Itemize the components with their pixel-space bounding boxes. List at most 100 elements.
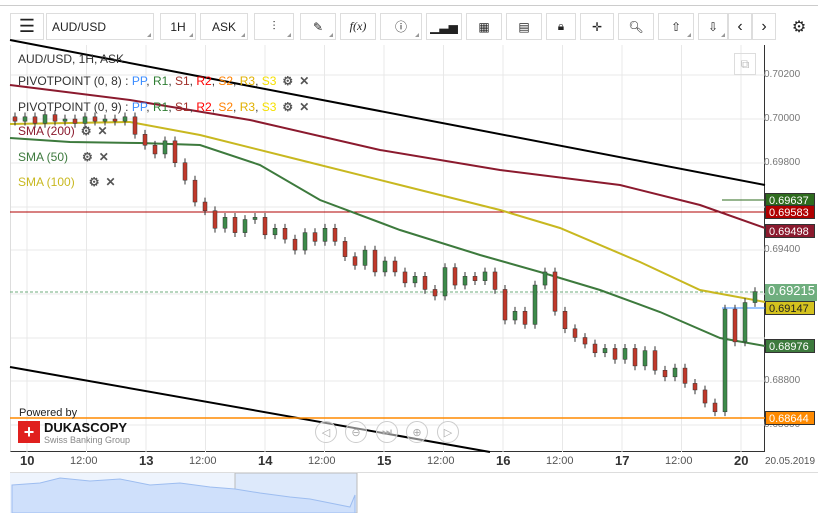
time-axis-label: 17 <box>615 453 630 468</box>
candle-body <box>412 276 418 284</box>
pivot-part: PP <box>131 100 147 114</box>
pivot-part: R2 <box>196 74 212 88</box>
time-axis-label: 15 <box>377 453 392 468</box>
reset-button[interactable]: ⏭ <box>376 421 398 443</box>
zoom-out-button[interactable]: ⊖ <box>345 421 367 443</box>
close-icon[interactable]: ✕ <box>97 124 107 138</box>
popout-button[interactable]: ⧉ <box>734 53 756 75</box>
price-axis-label: 0.70000 <box>764 113 801 124</box>
candle-body <box>372 249 378 273</box>
gear-icon[interactable]: ⚙ <box>282 74 293 88</box>
candle-body <box>592 343 598 354</box>
candle-body <box>382 260 388 273</box>
candle-body <box>752 291 758 303</box>
price-tag: 0.69498 <box>765 224 815 238</box>
candle-body <box>222 217 228 229</box>
powered-by: Powered by <box>19 407 78 419</box>
candle-body <box>322 228 328 242</box>
candle-body <box>402 271 408 284</box>
navigator[interactable] <box>10 472 818 513</box>
close-icon[interactable]: ✕ <box>299 100 309 114</box>
pivot-part: R3 <box>239 74 256 88</box>
pivot-label: PIVOTPOINT (0, 8) <box>18 74 122 88</box>
candle-body <box>692 383 698 391</box>
candle-body <box>32 116 38 124</box>
time-axis-label: 13 <box>139 453 154 468</box>
pivot-part: S3 <box>261 74 277 88</box>
candle-body <box>612 348 618 360</box>
time-axis-label: 10 <box>20 453 35 468</box>
time-axis-label: 14 <box>258 453 273 468</box>
candle-body <box>342 241 348 257</box>
candle-body <box>502 289 508 321</box>
candle-body <box>252 217 258 220</box>
candle-body <box>52 114 58 122</box>
scroll-left-button[interactable]: ◁ <box>315 421 337 443</box>
candle-body <box>172 140 178 163</box>
candle-body <box>602 348 608 354</box>
candle-body <box>462 276 468 286</box>
brand-sub: Swiss Banking Group <box>44 435 131 445</box>
time-axis-label: 12:00 <box>308 455 336 467</box>
candle-body <box>732 308 738 343</box>
sma-200-legend: SMA (200) ⚙ ✕ <box>18 124 108 138</box>
popout-icon: ⧉ <box>740 57 750 71</box>
triangle-left-icon: ◁ <box>321 426 331 439</box>
price-tag: 0.69583 <box>765 205 815 219</box>
pivot-label: PIVOTPOINT (0, 9) <box>18 100 122 114</box>
candle-body <box>12 116 18 122</box>
close-icon[interactable]: ✕ <box>299 74 309 88</box>
price-axis-label: 0.69400 <box>764 244 801 255</box>
time-axis-label: 20 <box>734 453 749 468</box>
candle-body <box>92 116 98 122</box>
candle-body <box>442 267 448 297</box>
time-axis-label: 12:00 <box>665 455 693 467</box>
candle-body <box>552 271 558 312</box>
candle-body <box>582 337 588 345</box>
scroll-right-button[interactable]: ▷ <box>437 421 459 443</box>
candle-body <box>332 228 338 242</box>
candle-body <box>652 350 658 371</box>
triangle-right-icon: ▷ <box>443 426 453 439</box>
price-tag: 0.68644 <box>765 411 815 425</box>
candle-body <box>242 219 248 233</box>
time-axis-label: 12:00 <box>189 455 217 467</box>
candle-body <box>512 311 518 321</box>
time-axis-label: 12:00 <box>546 455 574 467</box>
candle-body <box>262 217 268 236</box>
sma-50-line <box>9 137 766 347</box>
candle-body <box>522 311 528 325</box>
pivot-part: PP <box>131 74 147 88</box>
candle-body <box>472 276 478 281</box>
gear-icon[interactable]: ⚙ <box>81 124 92 138</box>
candle-body <box>422 276 428 290</box>
candle-body <box>452 267 458 286</box>
skip-end-icon: ⏭ <box>382 425 392 438</box>
zoom-out-icon: ⊖ <box>351 426 361 439</box>
pivot-part: R3 <box>239 100 256 114</box>
candle-body <box>622 348 628 360</box>
candle-body <box>682 367 688 384</box>
candle-body <box>142 134 148 146</box>
date-label: 20.05.2019 <box>765 456 816 467</box>
candle-body <box>532 284 538 325</box>
candle-body <box>192 179 198 203</box>
gear-icon[interactable]: ⚙ <box>282 100 293 114</box>
sma-50-label: SMA (50) <box>18 150 69 164</box>
candle-body <box>712 402 718 413</box>
pivot-part: R1 <box>152 74 169 88</box>
candle-body <box>72 118 78 124</box>
candle-body <box>432 289 438 297</box>
candle-body <box>282 228 288 240</box>
gear-icon[interactable]: ⚙ <box>89 175 100 189</box>
gear-icon[interactable]: ⚙ <box>82 150 93 164</box>
zoom-in-button[interactable]: ⊕ <box>406 421 428 443</box>
price-axis-label: 0.69800 <box>764 157 801 168</box>
pivot-part: S2 <box>218 74 234 88</box>
candle-body <box>302 232 308 251</box>
sma-50-legend: SMA (50) ⚙ ✕ <box>18 150 109 164</box>
close-icon[interactable]: ✕ <box>99 150 109 164</box>
close-icon[interactable]: ✕ <box>105 175 115 189</box>
pivot-legend: PIVOTPOINT (0, 9) : PP, R1, S1, R2, S2, … <box>18 100 310 114</box>
candle-body <box>482 271 488 281</box>
